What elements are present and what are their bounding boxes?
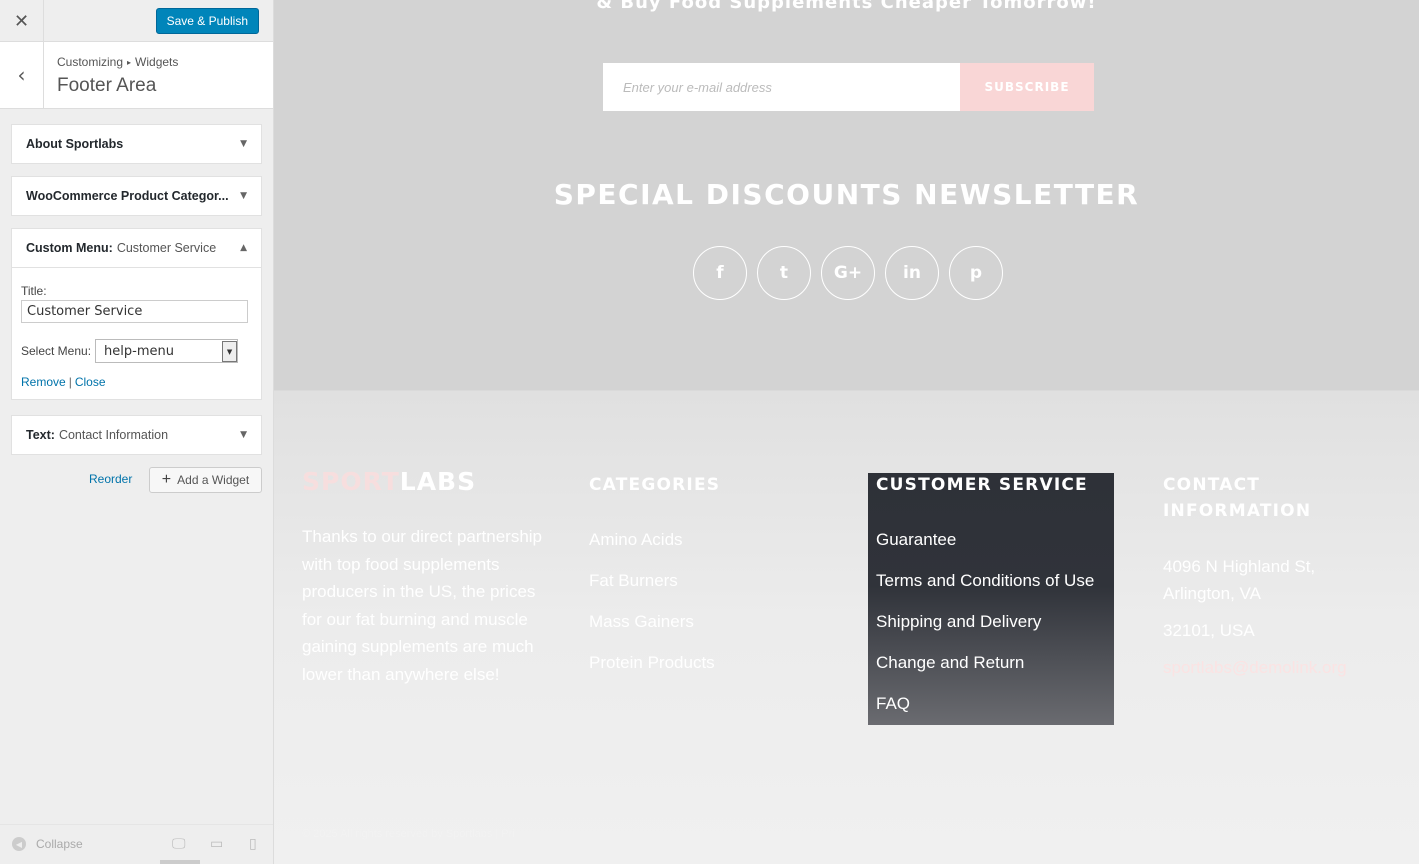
- expand-arrow-icon[interactable]: ▼: [240, 430, 247, 440]
- mobile-preview-icon[interactable]: ▯: [249, 836, 257, 852]
- add-widget-button[interactable]: + Add a Widget: [149, 467, 262, 493]
- widget-title-text: Text:: [26, 428, 55, 442]
- widget-title-text: WooCommerce Product Categor...: [26, 189, 229, 203]
- site-preview: & Buy Food Supplements Cheaper Tomorrow!…: [274, 0, 1419, 864]
- email-input[interactable]: Enter your e-mail address: [603, 63, 960, 111]
- breadcrumb-root: Customizing: [57, 55, 124, 69]
- widget-title[interactable]: About Sportlabs: [12, 125, 261, 163]
- select-menu-label: Select Menu:: [21, 344, 92, 358]
- logo-part-sport: SPORT: [302, 467, 400, 496]
- widget-title-text: Custom Menu:: [26, 241, 113, 255]
- widget-about-sportlabs[interactable]: About Sportlabs ▼: [11, 124, 262, 164]
- address-line: 32101, USA: [1163, 621, 1255, 640]
- breadcrumb-current: Widgets: [135, 55, 179, 69]
- customizer-sidebar: ✕ Save & Publish ‹ Customizing ▸ Widgets F…: [0, 0, 274, 864]
- customer-service-link[interactable]: Change and Return: [876, 653, 1094, 694]
- pinterest-icon[interactable]: p: [949, 246, 1003, 300]
- customer-service-link[interactable]: Guarantee: [876, 530, 1094, 571]
- title-input[interactable]: Customer Service: [21, 300, 248, 323]
- remove-link[interactable]: Remove: [21, 375, 66, 389]
- widget-title-text: About Sportlabs: [26, 137, 124, 151]
- subscribe-button[interactable]: SUBSCRIBE: [960, 63, 1094, 111]
- collapse-button[interactable]: ◀ Collapse: [12, 837, 83, 851]
- customer-service-link[interactable]: Shipping and Delivery: [876, 612, 1094, 653]
- categories-list: Amino Acids Fat Burners Mass Gainers Pro…: [589, 530, 715, 694]
- collapse-icon: ◀: [12, 837, 26, 851]
- back-arrow-icon[interactable]: ‹: [0, 42, 44, 108]
- active-device-indicator: [160, 860, 200, 864]
- twitter-icon[interactable]: t: [757, 246, 811, 300]
- contact-title-line: CONTACT: [1163, 475, 1261, 495]
- linkedin-icon[interactable]: in: [885, 246, 939, 300]
- title-label: Title:: [21, 284, 47, 298]
- customer-service-link[interactable]: Terms and Conditions of Use: [876, 571, 1094, 612]
- expand-arrow-icon[interactable]: ▼: [240, 139, 247, 149]
- copyright-text: © 2025 All rights reserved by Sportlabs …: [302, 828, 515, 840]
- category-link[interactable]: Fat Burners: [589, 571, 715, 612]
- expand-arrow-icon[interactable]: ▼: [240, 191, 247, 201]
- category-link[interactable]: Amino Acids: [589, 530, 715, 571]
- select-menu-dropdown[interactable]: help-menu ▼: [95, 339, 239, 363]
- collapse-arrow-icon[interactable]: ▲: [240, 243, 247, 253]
- customer-service-title: CUSTOMER SERVICE: [876, 475, 1088, 495]
- widget-title-sub: Customer Service: [116, 241, 217, 255]
- desktop-preview-icon[interactable]: 🖵: [172, 836, 186, 852]
- site-logo[interactable]: SPORTLABS: [302, 467, 476, 496]
- newsletter-title: SPECIAL DISCOUNTS NEWSLETTER: [553, 178, 1140, 211]
- save-publish-button[interactable]: Save & Publish: [155, 8, 259, 34]
- newsletter-tagline: & Buy Food Supplements Cheaper Tomorrow!: [596, 0, 1097, 13]
- about-text: Thanks to our direct partnership with to…: [302, 527, 543, 684]
- address-line: 4096 N Highland St,: [1163, 557, 1316, 576]
- link-separator: |: [68, 375, 72, 389]
- widget-title-sub: Contact Information: [58, 428, 169, 442]
- reorder-link[interactable]: Reorder: [89, 472, 132, 486]
- section-header: ‹ Customizing ▸ Widgets Footer Area: [0, 42, 273, 109]
- add-widget-label: Add a Widget: [177, 473, 250, 487]
- select-menu-value: help-menu: [104, 343, 174, 359]
- close-icon[interactable]: ✕: [0, 0, 44, 42]
- logo-part-labs: LABS: [399, 467, 477, 496]
- section-title: Footer Area: [57, 75, 157, 96]
- categories-title: CATEGORIES: [589, 475, 721, 495]
- collapse-label: Collapse: [36, 837, 83, 851]
- breadcrumb-separator-icon: ▸: [127, 58, 132, 67]
- widget-form: Title: Customer Service Select Menu: hel…: [12, 267, 261, 399]
- contact-title-line: INFORMATION: [1163, 501, 1312, 521]
- widget-title[interactable]: Text: Contact Information: [12, 416, 261, 454]
- close-link[interactable]: Close: [75, 375, 106, 389]
- plus-icon: +: [161, 471, 172, 488]
- customizer-footer: ◀ Collapse 🖵 ▭ ▯: [0, 824, 273, 864]
- widget-product-categories[interactable]: WooCommerce Product Categor... ▼: [11, 176, 262, 216]
- category-link[interactable]: Protein Products: [589, 653, 715, 694]
- widget-title[interactable]: Custom Menu: Customer Service: [12, 229, 261, 267]
- customer-service-link[interactable]: FAQ: [876, 694, 1094, 735]
- breadcrumb: Customizing ▸ Widgets: [57, 55, 178, 69]
- category-link[interactable]: Mass Gainers: [589, 612, 715, 653]
- widget-contact-information[interactable]: Text: Contact Information ▼: [11, 415, 262, 455]
- address-line: Arlington, VA: [1163, 584, 1261, 603]
- contact-email-link[interactable]: sportlabs@demolink.org: [1163, 654, 1347, 681]
- customer-service-list: Guarantee Terms and Conditions of Use Sh…: [876, 530, 1094, 735]
- facebook-icon[interactable]: f: [693, 246, 747, 300]
- dropdown-arrow-icon[interactable]: ▼: [222, 341, 238, 362]
- contact-title: CONTACT INFORMATION: [1163, 472, 1311, 524]
- widget-title[interactable]: WooCommerce Product Categor...: [12, 177, 261, 215]
- widget-custom-menu[interactable]: Custom Menu: Customer Service ▲ Title: Cu…: [11, 228, 262, 400]
- google-plus-icon[interactable]: G+: [821, 246, 875, 300]
- tablet-preview-icon[interactable]: ▭: [210, 836, 223, 852]
- customizer-header: ✕ Save & Publish: [0, 0, 273, 42]
